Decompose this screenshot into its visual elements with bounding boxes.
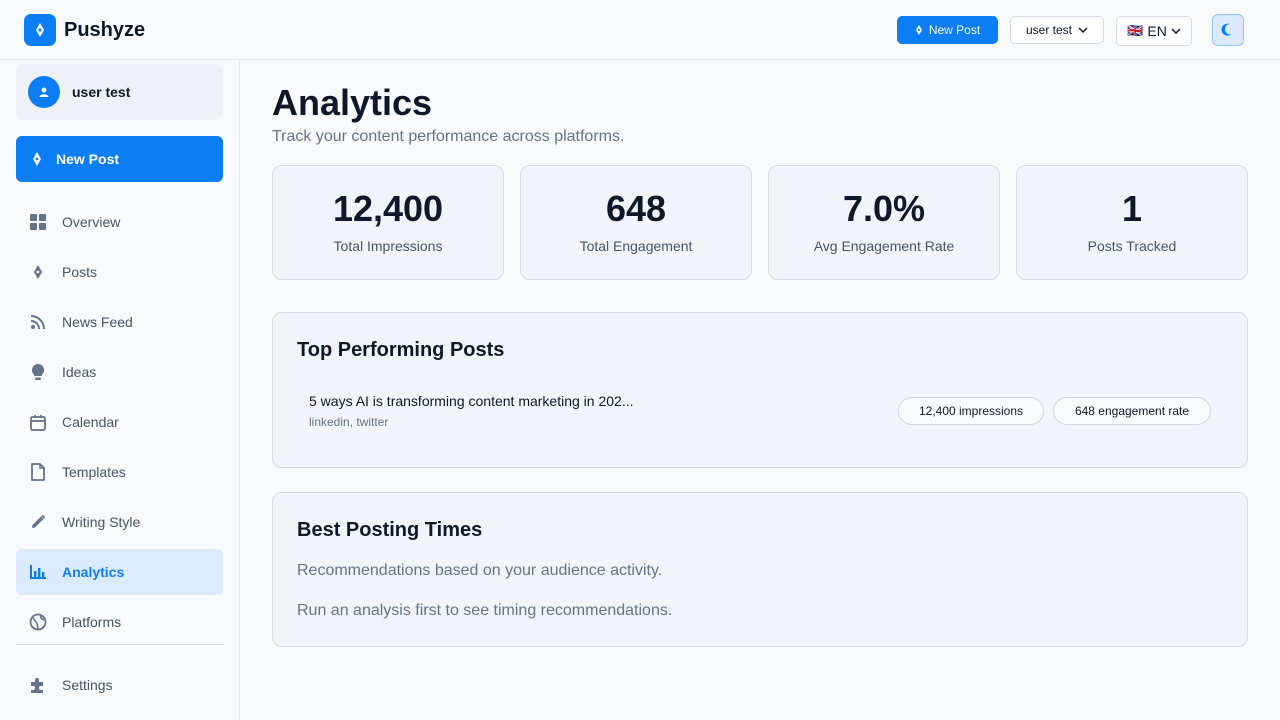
- user-menu-dropdown[interactable]: user test: [1010, 16, 1104, 44]
- brand[interactable]: Pushyze: [24, 14, 145, 46]
- page-title: Analytics: [272, 82, 433, 123]
- panel-description: Recommendations based on your audience a…: [297, 562, 663, 579]
- sidebar-item-label: Writing Style: [62, 514, 141, 530]
- sidebar-item-label: Posts: [62, 264, 98, 280]
- pen-nib-icon: [28, 262, 48, 282]
- sidebar-item-writing-style[interactable]: Writing Style: [16, 499, 223, 545]
- language-code: EN: [1147, 23, 1167, 39]
- stat-label: Avg Engagement Rate: [813, 238, 955, 254]
- avatar: [28, 76, 60, 108]
- chevron-down-icon: [1171, 28, 1181, 34]
- stat-card-posts-tracked: 1 Posts Tracked: [1016, 165, 1248, 280]
- sidebar-item-label: Platforms: [62, 614, 122, 630]
- calendar-icon: [28, 412, 48, 432]
- stat-card-engagement-rate: 7.0% Avg Engagement Rate: [768, 165, 1000, 280]
- language-selector[interactable]: 🇬🇧 EN: [1116, 16, 1192, 46]
- stat-value: 1: [1121, 188, 1143, 229]
- panel-title: Best Posting Times: [297, 519, 483, 541]
- sidebar-item-analytics[interactable]: Analytics: [16, 549, 223, 595]
- stat-value: 648: [605, 188, 667, 229]
- pencil-icon: [28, 512, 48, 532]
- post-title: 5 ways AI is transforming content market…: [309, 393, 634, 409]
- sidebar-item-label: Overview: [62, 214, 121, 230]
- page-subtitle: Track your content performance across pl…: [272, 128, 625, 145]
- panel-title: Top Performing Posts: [297, 339, 505, 361]
- sidebar-item-news-feed[interactable]: News Feed: [16, 299, 223, 345]
- rss-icon: [28, 312, 48, 332]
- lightbulb-icon: [28, 362, 48, 382]
- sidebar-item-platforms[interactable]: Platforms: [16, 599, 223, 645]
- stat-value: 12,400: [332, 188, 444, 229]
- moon-icon: [1221, 23, 1231, 36]
- header-new-post-button[interactable]: New Post: [897, 16, 998, 44]
- document-icon: [28, 462, 48, 482]
- flag-icon: 🇬🇧: [1127, 23, 1144, 38]
- sidebar-item-label: News Feed: [62, 314, 133, 330]
- stat-label: Total Impressions: [333, 238, 443, 254]
- best-times-panel: Best Posting Times Recommendations based…: [272, 492, 1248, 647]
- sidebar: user test New Post Overview Posts News F…: [0, 60, 240, 720]
- sidebar-item-ideas[interactable]: Ideas: [16, 349, 223, 395]
- pen-nib-icon: [915, 25, 922, 35]
- stat-label: Total Engagement: [579, 238, 693, 254]
- sidebar-divider: [16, 644, 223, 645]
- chevron-down-icon: [1078, 27, 1088, 33]
- sidebar-item-overview[interactable]: Overview: [16, 199, 223, 245]
- logo-icon: [24, 14, 56, 46]
- grid-icon: [28, 212, 48, 232]
- sidebar-item-label: Templates: [62, 464, 126, 480]
- sidebar-item-label: Settings: [62, 677, 113, 693]
- sidebar-item-calendar[interactable]: Calendar: [16, 399, 223, 445]
- sidebar-item-templates[interactable]: Templates: [16, 449, 223, 495]
- sidebar-item-posts[interactable]: Posts: [16, 249, 223, 295]
- pen-nib-icon: [33, 152, 41, 166]
- sidebar-item-label: Ideas: [62, 364, 97, 380]
- sidebar-new-post-button[interactable]: New Post: [16, 136, 223, 182]
- globe-icon: [28, 612, 48, 632]
- user-card[interactable]: user test: [16, 64, 223, 120]
- sidebar-item-label: Calendar: [62, 414, 119, 430]
- stat-value: 7.0%: [842, 188, 926, 229]
- sidebar-user-name: user test: [72, 84, 131, 100]
- impressions-badge: 12,400 impressions: [898, 397, 1044, 425]
- user-icon: [39, 87, 49, 97]
- app-name: Pushyze: [64, 18, 146, 41]
- bar-chart-icon: [28, 562, 48, 582]
- sidebar-item-label: Analytics: [62, 564, 125, 580]
- top-posts-panel: Top Performing Posts 5 ways AI is transf…: [272, 312, 1248, 468]
- theme-toggle-button[interactable]: [1212, 14, 1244, 46]
- user-menu-label: user test: [1025, 23, 1073, 37]
- top-bar: Pushyze New Post user test 🇬🇧 EN: [0, 0, 1280, 60]
- puzzle-icon: [28, 675, 48, 695]
- stat-card-impressions: 12,400 Total Impressions: [272, 165, 504, 280]
- header-new-post-label: New Post: [928, 23, 981, 37]
- engagement-badge: 648 engagement rate: [1053, 397, 1211, 425]
- stat-card-engagement: 648 Total Engagement: [520, 165, 752, 280]
- empty-state-message: Run an analysis first to see timing reco…: [297, 602, 673, 619]
- stat-label: Posts Tracked: [1087, 238, 1177, 254]
- sidebar-item-settings[interactable]: Settings: [16, 662, 223, 708]
- sidebar-new-post-label: New Post: [56, 151, 120, 167]
- post-platforms: linkedin, twitter: [309, 415, 389, 429]
